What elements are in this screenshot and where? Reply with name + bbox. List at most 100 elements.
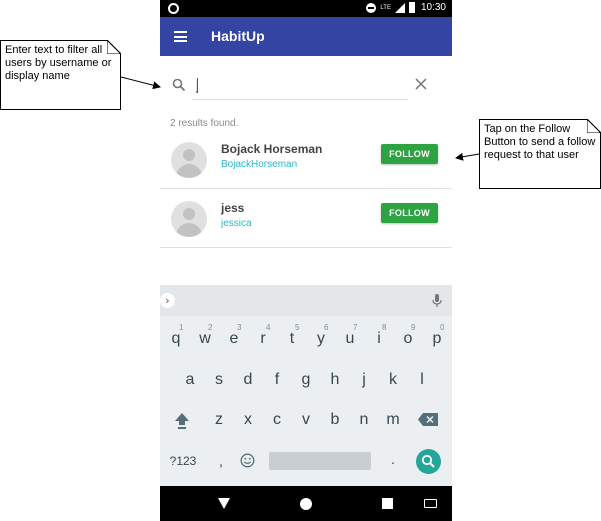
key-label: g: [301, 371, 311, 388]
key-label: m: [386, 411, 400, 428]
user-list-item[interactable]: Bojack Horseman BojackHorseman FOLLOW: [160, 130, 452, 189]
key-hint: 3: [237, 323, 242, 332]
keyboard-key[interactable]: r4: [249, 322, 277, 356]
keyboard-key[interactable]: b: [321, 403, 349, 437]
keyboard-key[interactable]: d: [234, 363, 262, 397]
search-input[interactable]: [192, 72, 408, 100]
key-hint: 1: [179, 323, 184, 332]
keyboard-key[interactable]: w2: [191, 322, 219, 356]
key-hint: 2: [208, 323, 213, 332]
follow-annotation-arrow: [455, 152, 480, 161]
follow-button[interactable]: FOLLOW: [381, 203, 438, 223]
key-label: a: [185, 371, 195, 388]
key-label: o: [403, 330, 413, 347]
keyboard-key[interactable]: f: [263, 363, 291, 397]
note-fold: [587, 119, 601, 133]
key-hint: 4: [266, 323, 271, 332]
key-label: d: [243, 371, 253, 388]
key-hint: 0: [440, 323, 445, 332]
key-label: p: [432, 330, 442, 347]
chevron-right-icon[interactable]: ›: [160, 293, 175, 308]
keyboard-search-button[interactable]: [416, 449, 441, 474]
symbols-key[interactable]: ?123: [166, 454, 200, 468]
backspace-key-icon[interactable]: [418, 413, 438, 426]
keyboard-key[interactable]: z: [205, 403, 233, 437]
keyboard-key[interactable]: x: [234, 403, 262, 437]
key-hint: 9: [411, 323, 416, 332]
keyboard-key[interactable]: v: [292, 403, 320, 437]
keyboard-key[interactable]: i8: [365, 322, 393, 356]
back-icon[interactable]: [218, 498, 230, 509]
app-title: HabitUp: [211, 28, 265, 44]
key-label: b: [330, 411, 340, 428]
key-label: z: [215, 411, 223, 428]
key-label: h: [330, 371, 340, 388]
user-list-item[interactable]: jess jessica FOLLOW: [160, 189, 452, 248]
battery-icon: [408, 2, 415, 13]
follow-annotation: Tap on the Follow Button to send a follo…: [479, 119, 601, 189]
follow-button[interactable]: FOLLOW: [381, 144, 438, 164]
shift-key-icon[interactable]: [174, 412, 190, 430]
keyboard-key[interactable]: a: [176, 363, 204, 397]
keyboard-key[interactable]: h: [321, 363, 349, 397]
phone-screen: LTE 10:30 HabitUp 2 results: [160, 0, 452, 521]
keyboard-switch-icon[interactable]: [424, 499, 437, 508]
emoji-key-icon[interactable]: [240, 453, 255, 468]
dnd-icon: [366, 2, 377, 13]
keyboard-key[interactable]: l: [408, 363, 436, 397]
key-label: x: [244, 411, 252, 428]
keyboard-key[interactable]: j: [350, 363, 378, 397]
key-label: e: [229, 330, 239, 347]
follow-annotation-text: Tap on the Follow Button to send a follo…: [484, 123, 596, 161]
keyboard-key[interactable]: k: [379, 363, 407, 397]
user-username: jessica: [221, 218, 252, 229]
search-icon: [421, 454, 435, 468]
hamburger-menu-icon[interactable]: [174, 31, 187, 42]
keyboard-key[interactable]: p0: [423, 322, 451, 356]
keyboard-key[interactable]: n: [350, 403, 378, 437]
keyboard-key[interactable]: o9: [394, 322, 422, 356]
signal-icon: [394, 2, 405, 13]
keyboard-key[interactable]: e3: [220, 322, 248, 356]
key-hint: 8: [382, 323, 387, 332]
note-fold: [107, 40, 121, 54]
keyboard-key[interactable]: t5: [278, 322, 306, 356]
key-label: u: [345, 330, 355, 347]
recent-apps-icon[interactable]: [382, 498, 393, 509]
microphone-icon[interactable]: [432, 294, 442, 307]
keyboard-suggestion-bar: ›: [160, 285, 452, 316]
text-cursor: [197, 78, 198, 93]
keyboard-key[interactable]: y6: [307, 322, 335, 356]
keyboard-key[interactable]: m: [379, 403, 407, 437]
home-icon[interactable]: [300, 498, 312, 510]
key-label: s: [215, 371, 223, 388]
navigation-bar: [160, 486, 452, 521]
key-label: n: [359, 411, 369, 428]
key-label: v: [302, 411, 310, 428]
network-label: LTE: [380, 4, 391, 11]
keyboard-key[interactable]: u7: [336, 322, 364, 356]
comma-key[interactable]: ,: [213, 453, 229, 469]
search-annotation-text: Enter text to filter all users by userna…: [5, 44, 112, 82]
user-display-name: jess: [221, 201, 245, 215]
key-label: k: [389, 371, 397, 388]
keyboard-key[interactable]: q1: [162, 322, 190, 356]
key-label: c: [273, 411, 281, 428]
period-key[interactable]: .: [385, 451, 401, 467]
user-username: BojackHorseman: [221, 159, 298, 170]
avatar: [171, 201, 207, 237]
notification-icon: [168, 3, 179, 14]
key-label: f: [274, 371, 280, 388]
user-display-name: Bojack Horseman: [221, 142, 323, 156]
keyboard-key[interactable]: c: [263, 403, 291, 437]
status-icons: LTE 10:30: [366, 2, 446, 13]
key-hint: 7: [353, 323, 358, 332]
key-label: r: [260, 330, 266, 347]
clear-icon[interactable]: [415, 78, 427, 90]
space-key[interactable]: [269, 452, 371, 470]
keyboard-key[interactable]: g: [292, 363, 320, 397]
avatar: [171, 142, 207, 178]
key-label: i: [377, 330, 381, 347]
search-bar: [160, 56, 452, 106]
keyboard-key[interactable]: s: [205, 363, 233, 397]
